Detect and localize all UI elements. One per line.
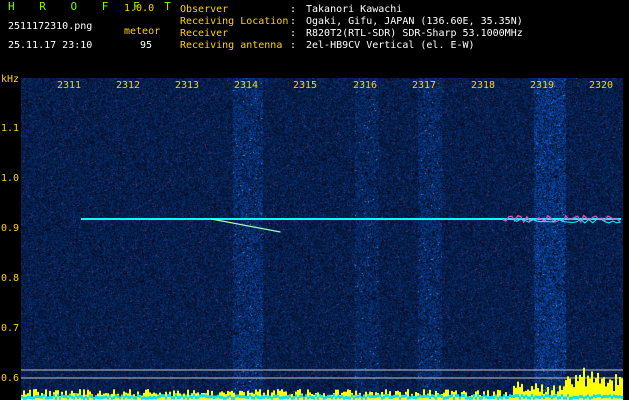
location-value: Ogaki, Gifu, JAPAN (136.60E, 35.35N) bbox=[306, 16, 523, 27]
y-axis-unit: kHz bbox=[1, 74, 20, 85]
x-tick-label: 2320 bbox=[588, 80, 614, 91]
x-tick-label: 2315 bbox=[292, 80, 318, 91]
x-tick-label: 2316 bbox=[352, 80, 378, 91]
x-tick-label: 2313 bbox=[174, 80, 200, 91]
x-tick-label: 2311 bbox=[56, 80, 82, 91]
y-tick-label: 1.1 bbox=[1, 123, 20, 134]
y-tick-label: 0.8 bbox=[1, 273, 20, 284]
y-tick-label: 0.9 bbox=[1, 223, 20, 234]
location-colon: : bbox=[290, 16, 297, 27]
event-type: meteor bbox=[124, 26, 161, 37]
spectrogram-panel bbox=[21, 78, 623, 400]
x-tick-label: 2312 bbox=[115, 80, 141, 91]
receiver-colon: : bbox=[290, 28, 297, 39]
x-tick-label: 2318 bbox=[470, 80, 496, 91]
file-name: 2511172310.png bbox=[8, 21, 93, 32]
y-tick-label: 1.0 bbox=[1, 173, 20, 184]
observer-value: Takanori Kawachi bbox=[306, 4, 403, 15]
event-count: 95 bbox=[140, 40, 153, 51]
observer-label: Observer bbox=[180, 4, 229, 15]
y-tick-label: 0.6 bbox=[1, 373, 20, 384]
x-tick-label: 2319 bbox=[529, 80, 555, 91]
receiver-value: R820T2(RTL-SDR) SDR-Sharp 53.1000MHz bbox=[306, 28, 523, 39]
x-tick-label: 2317 bbox=[411, 80, 437, 91]
receiver-label: Receiver bbox=[180, 28, 229, 39]
x-tick-label: 2314 bbox=[233, 80, 259, 91]
timestamp: 25.11.17 23:10 bbox=[8, 40, 93, 51]
spectrogram-canvas bbox=[21, 78, 623, 400]
y-tick-label: 0.7 bbox=[1, 323, 20, 334]
location-label: Receiving Location bbox=[180, 16, 289, 27]
antenna-value: 2el-HB9CV Vertical (el. E-W) bbox=[306, 40, 475, 51]
antenna-label: Receiving antenna bbox=[180, 40, 283, 51]
antenna-colon: : bbox=[290, 40, 297, 51]
observer-colon: : bbox=[290, 4, 297, 15]
app-version: 1.0.0 bbox=[124, 3, 155, 14]
